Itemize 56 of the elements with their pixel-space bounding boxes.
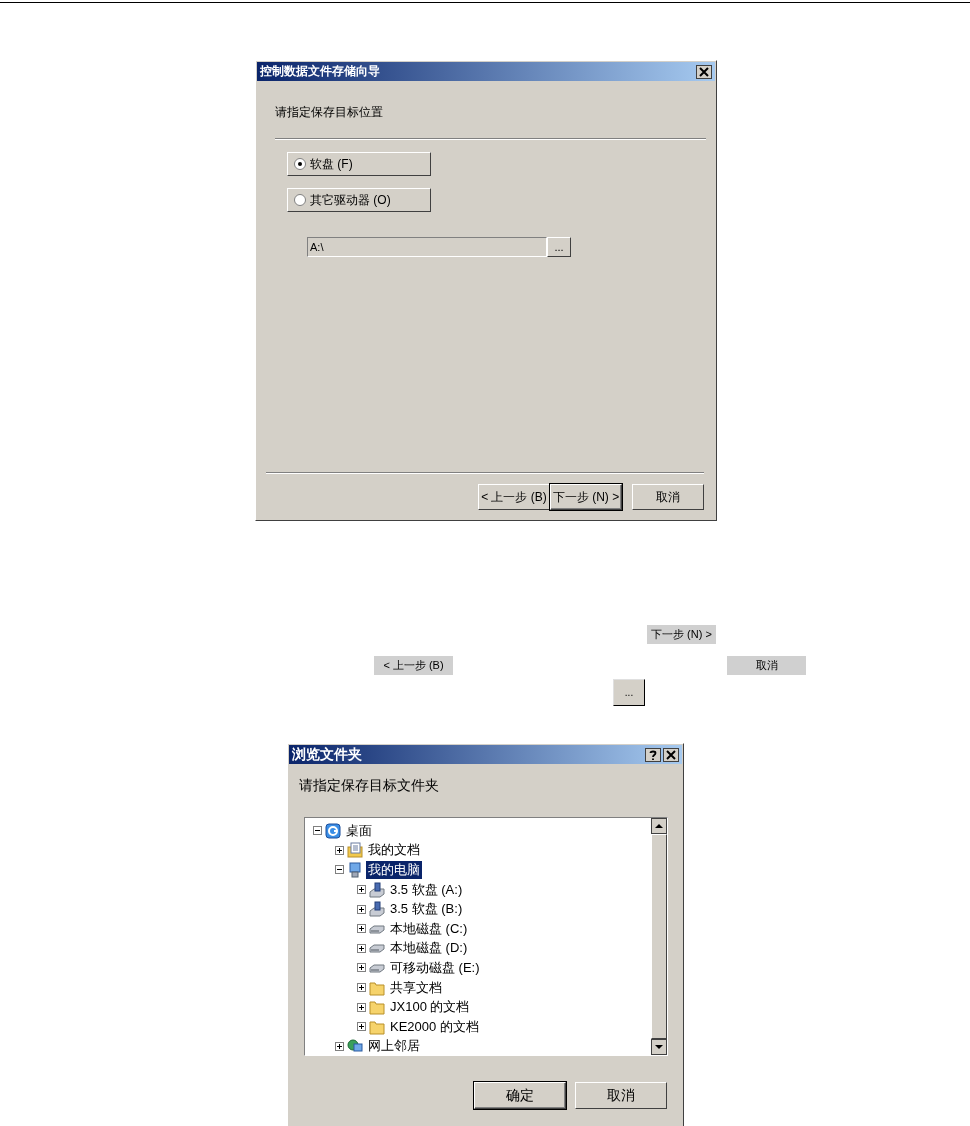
network-icon xyxy=(347,1038,363,1055)
window-title: 控制数据文件存储向导 xyxy=(260,63,380,80)
expand-icon[interactable] xyxy=(357,1002,366,1012)
expand-icon[interactable] xyxy=(357,1022,366,1032)
expand-icon[interactable] xyxy=(357,904,366,914)
expand-icon[interactable] xyxy=(357,924,366,934)
radio-icon[interactable] xyxy=(294,158,306,170)
wizard-button[interactable]: 下一步 (N) > xyxy=(550,484,622,510)
desktop-icon xyxy=(325,822,341,839)
collapse-icon[interactable] xyxy=(335,865,344,875)
tree-item[interactable]: 本地磁盘 (C:) xyxy=(388,919,470,938)
prompt-text: 请指定保存目标文件夹 xyxy=(299,777,440,795)
expand-icon[interactable] xyxy=(357,963,366,973)
scroll-down-icon[interactable] xyxy=(651,1039,667,1055)
folder-icon xyxy=(369,999,385,1016)
tree-item[interactable]: 我的电脑 xyxy=(366,861,422,879)
close-icon[interactable] xyxy=(696,64,712,79)
dialog-button[interactable]: 确定 xyxy=(474,1082,566,1109)
close-icon[interactable] xyxy=(663,747,679,762)
radio-option[interactable]: 软盘 (F) xyxy=(287,152,431,176)
floppy-drive-icon xyxy=(369,901,385,918)
tree-item[interactable]: 网上邻居 xyxy=(366,1037,422,1055)
tree-item[interactable]: KE2000 的文档 xyxy=(388,1017,481,1036)
expand-icon[interactable] xyxy=(357,943,366,953)
wizard-button[interactable]: 取消 xyxy=(632,484,704,510)
collapse-icon[interactable] xyxy=(313,826,322,836)
tree-item[interactable]: 本地磁盘 (D:) xyxy=(388,939,470,958)
tree-item[interactable]: 3.5 软盘 (B:) xyxy=(388,900,465,919)
tree-item[interactable]: JX100 的文档 xyxy=(388,998,472,1017)
browse-button[interactable]: ... xyxy=(613,679,645,706)
prompt-text: 请指定保存目标位置 xyxy=(275,104,384,121)
wizard-button[interactable]: < 上一步 (B) xyxy=(478,484,550,510)
expand-icon[interactable] xyxy=(335,845,344,855)
folder-document-icon xyxy=(347,842,363,859)
folder-icon xyxy=(369,979,385,996)
expand-icon[interactable] xyxy=(357,983,366,993)
folder-icon xyxy=(369,1018,385,1035)
tree-item[interactable]: 共享文档 xyxy=(388,978,444,997)
expand-icon[interactable] xyxy=(335,1041,344,1051)
cancel-button[interactable]: 取消 xyxy=(727,656,806,675)
dialog-button[interactable]: 取消 xyxy=(575,1082,667,1109)
next-button[interactable]: 下一步 (N) > xyxy=(647,625,716,644)
tree-item[interactable]: 我的文档 xyxy=(366,841,422,860)
radio-icon[interactable] xyxy=(294,194,306,206)
radio-option[interactable]: 其它驱动器 (O) xyxy=(287,188,431,212)
floppy-drive-icon xyxy=(369,881,385,898)
back-button[interactable]: < 上一步 (B) xyxy=(374,656,453,675)
scroll-up-icon[interactable] xyxy=(651,818,667,834)
help-icon[interactable] xyxy=(645,747,661,762)
expand-icon[interactable] xyxy=(357,885,366,895)
window-title: 浏览文件夹 xyxy=(292,745,362,764)
tree-item[interactable]: 桌面 xyxy=(344,821,374,840)
browse-button[interactable]: ... xyxy=(547,237,571,257)
computer-icon xyxy=(347,862,363,878)
tree-item[interactable]: 可移动磁盘 (E:) xyxy=(388,958,482,977)
tree-item[interactable]: 3.5 软盘 (A:) xyxy=(388,880,465,899)
